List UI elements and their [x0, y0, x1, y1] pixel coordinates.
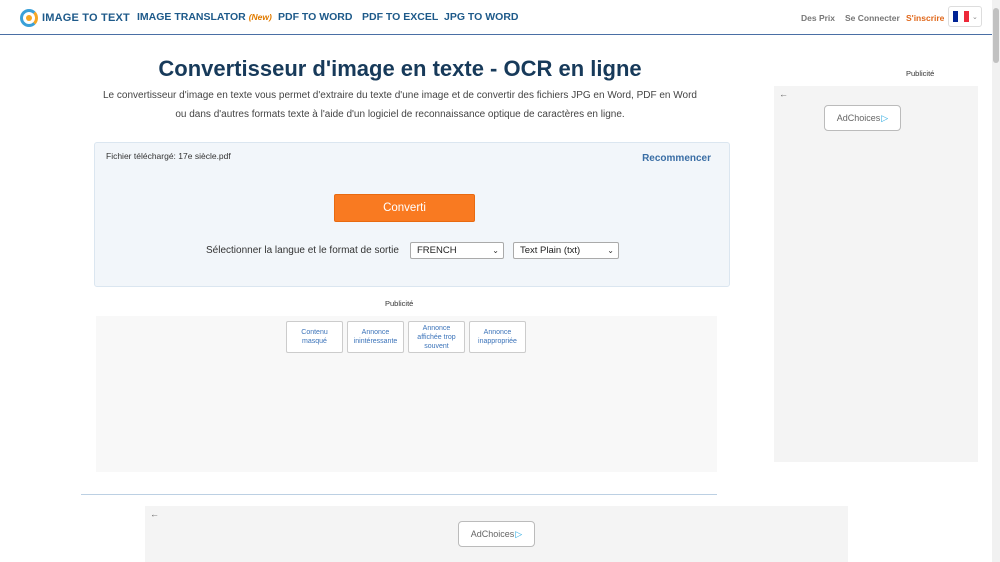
subtitle-line-1: Le convertisseur d'image en texte vous p… [103, 90, 697, 101]
nav-label: IMAGE TRANSLATOR [137, 11, 246, 23]
nav-jpg-to-word[interactable]: JPG TO WORD [444, 11, 518, 23]
adchoices-button[interactable]: AdChoices ▷ [824, 105, 901, 131]
chevron-down-icon: ⌄ [607, 246, 614, 255]
restart-link[interactable]: Recommencer [642, 153, 711, 164]
page-subtitle: Le convertisseur d'image en texte vous p… [95, 86, 705, 124]
top-header: IMAGE TO TEXT IMAGE TRANSLATOR (New) PDF … [0, 0, 992, 35]
ad-option-too-often[interactable]: Annonce affichée trop souvent [408, 321, 465, 353]
language-format-label: Sélectionner la langue et le format de s… [206, 245, 399, 256]
bottom-ad: ← AdChoices ▷ [145, 506, 848, 562]
ad-feedback-area: Contenu masqué Annonce inintéressante An… [96, 316, 717, 472]
nav-image-translator[interactable]: IMAGE TRANSLATOR (New) [137, 11, 272, 23]
ad-option-inappropriate[interactable]: Annonce inappropriée [469, 321, 526, 353]
side-ad: ← AdChoices ▷ [774, 86, 978, 462]
page-scrollbar[interactable] [992, 0, 1000, 562]
france-flag-icon [953, 11, 969, 22]
subtitle-line-2: ou dans d'autres formats texte à l'aide … [175, 109, 625, 120]
uploaded-file-info: Fichier téléchargé: 17e siècle.pdf [106, 151, 231, 161]
upload-panel: Fichier téléchargé: 17e siècle.pdf Recom… [94, 142, 730, 287]
ad-option-uninteresting[interactable]: Annonce inintéressante [347, 321, 404, 353]
adchoices-button[interactable]: AdChoices ▷ [458, 521, 535, 547]
nav-pdf-to-word[interactable]: PDF TO WORD [278, 11, 352, 23]
ad-label: Publicité [385, 299, 414, 308]
page-title: Convertisseur d'image en texte - OCR en … [158, 56, 642, 81]
adchoices-icon: ▷ [881, 112, 889, 123]
login-link[interactable]: Se Connecter [845, 13, 900, 23]
signup-link[interactable]: S'inscrire [906, 13, 944, 23]
adchoices-label: AdChoices [470, 529, 515, 539]
file-name: 17e siècle.pdf [178, 151, 231, 161]
scrollbar-thumb[interactable] [993, 8, 999, 63]
logo-text: IMAGE TO TEXT [42, 12, 130, 24]
format-select[interactable]: Text Plain (txt) ⌄ [513, 242, 619, 259]
adchoices-label: AdChoices [836, 113, 881, 123]
back-arrow-icon[interactable]: ← [150, 509, 159, 519]
logo-icon [20, 9, 38, 27]
pricing-link[interactable]: Des Prix [801, 13, 835, 23]
file-label: Fichier téléchargé: [106, 151, 176, 161]
logo[interactable]: IMAGE TO TEXT [20, 9, 130, 27]
format-value: Text Plain (txt) [520, 245, 581, 256]
ad-option-hidden[interactable]: Contenu masqué [286, 321, 343, 353]
convert-button[interactable]: Converti [334, 194, 475, 222]
section-divider [81, 494, 717, 495]
new-badge: (New) [248, 12, 272, 22]
chevron-down-icon: ⌄ [972, 13, 978, 21]
language-select[interactable]: FRENCH ⌄ [410, 242, 504, 259]
nav-pdf-to-excel[interactable]: PDF TO EXCEL [362, 11, 438, 23]
side-ad-label: Publicité [906, 69, 935, 78]
language-value: FRENCH [417, 245, 457, 256]
back-arrow-icon[interactable]: ← [779, 89, 788, 99]
adchoices-icon: ▷ [515, 528, 523, 539]
chevron-down-icon: ⌄ [492, 246, 499, 255]
language-switcher[interactable]: ⌄ [948, 6, 982, 27]
